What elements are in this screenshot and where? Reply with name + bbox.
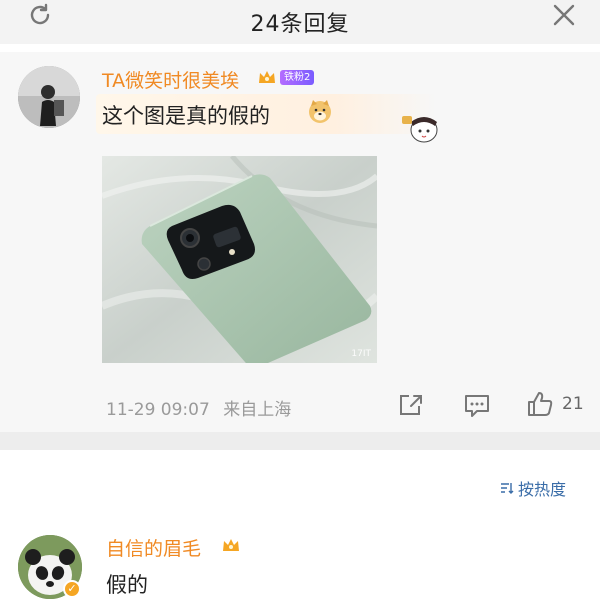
like-button[interactable] (526, 390, 554, 418)
share-button[interactable] (397, 392, 425, 418)
comment-text: 这个图是真的假的 (102, 104, 270, 128)
doge-emoji-icon (309, 100, 331, 123)
comment-time: 11-29 09:07 (106, 400, 210, 420)
image-watermark: 17IT (351, 349, 371, 359)
username[interactable]: TA微笑时很美埃 (102, 66, 239, 93)
sort-by-heat-toggle[interactable]: 按热度 (500, 476, 566, 500)
sort-label: 按热度 (518, 480, 567, 499)
comment-meta: 11-29 09:07 来自上海 (106, 395, 291, 420)
comment-icon (465, 395, 489, 417)
fan-level-badge: 铁粉2 (280, 70, 315, 85)
cartoon-sticker-icon (402, 116, 438, 143)
refresh-button[interactable] (22, 0, 58, 30)
page-title: 24条回复 (250, 12, 350, 37)
verified-icon: ✓ (63, 580, 81, 598)
refresh-icon (30, 3, 50, 25)
reply-text: 假的 (106, 573, 148, 597)
reply-button[interactable] (463, 392, 491, 418)
close-icon (553, 4, 575, 26)
avatar[interactable] (18, 66, 80, 128)
thumbs-up-icon (528, 392, 553, 416)
crown-icon (223, 539, 239, 551)
like-count: 21 (562, 394, 584, 414)
reply-username[interactable]: 自信的眉毛 (106, 534, 201, 561)
top-bar: 24条回复 (0, 0, 600, 44)
share-icon (400, 395, 422, 415)
crown-icon (259, 71, 275, 83)
attached-phone-image[interactable]: 17IT (102, 156, 377, 363)
comment-location: 来自上海 (223, 400, 292, 420)
sort-icon (501, 483, 514, 494)
section-divider (0, 432, 600, 450)
main-comment: TA微笑时很美埃 铁粉2 这个图是真的假的 17IT 11-29 09:07 来… (0, 52, 600, 432)
close-button[interactable] (546, 0, 582, 30)
